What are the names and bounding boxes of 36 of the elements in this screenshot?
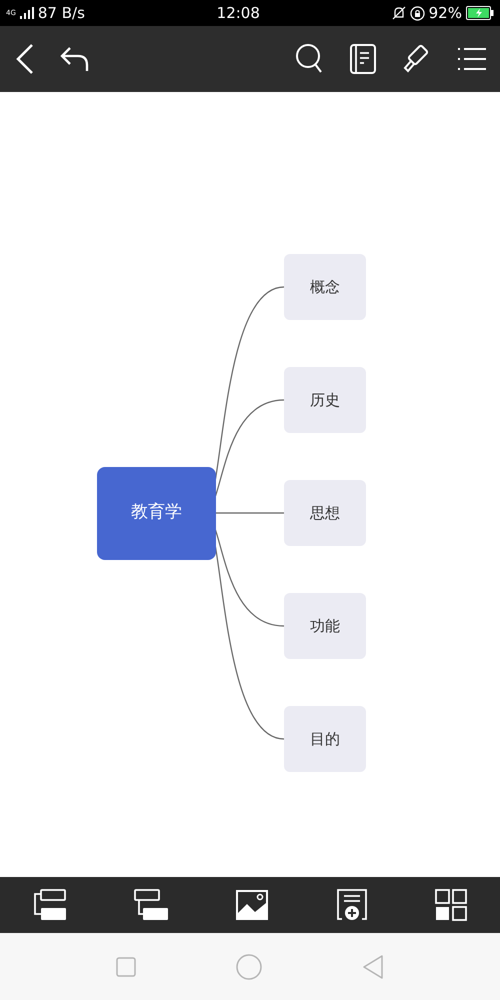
add-note-button[interactable] [336,889,368,921]
back-button[interactable] [14,43,36,75]
circle-icon [236,954,262,980]
add-sibling-topic-button[interactable] [33,889,68,921]
central-topic[interactable]: 教育学 [97,466,216,560]
subtopic-node[interactable]: 概念 [284,254,366,320]
bell-off-icon [392,6,406,20]
notebook-icon [350,44,376,74]
image-icon [234,889,269,921]
add-subtopic-button[interactable] [134,889,168,921]
signal-icon [20,7,34,19]
back-icon [14,43,36,75]
menu-icon [458,47,486,71]
clock: 12:08 [216,2,260,24]
square-icon [116,956,136,976]
undo-icon [60,46,90,72]
layout-button[interactable] [434,889,467,921]
subtopic-node[interactable]: 历史 [284,367,366,433]
topic-boxes-icon [33,889,68,921]
note-add-icon [336,889,368,921]
subtopic-node[interactable]: 功能 [284,593,366,659]
search-button[interactable] [296,44,324,74]
rotation-lock-icon [410,6,425,20]
search-icon [296,44,324,74]
menu-button[interactable] [458,47,486,71]
triangle-icon [362,954,384,978]
battery-charging-icon [466,6,494,20]
network-speed: 87 B/s [38,2,85,24]
insert-image-button[interactable] [234,889,269,921]
subtopic-boxes-icon [134,889,168,921]
outline-button[interactable] [350,44,376,74]
grid-icon [434,889,467,921]
subtopic-node[interactable]: 目的 [284,706,366,772]
battery-percentage: 92% [428,2,462,24]
undo-button[interactable] [60,46,90,72]
subtopic-node[interactable]: 思想 [284,480,366,546]
